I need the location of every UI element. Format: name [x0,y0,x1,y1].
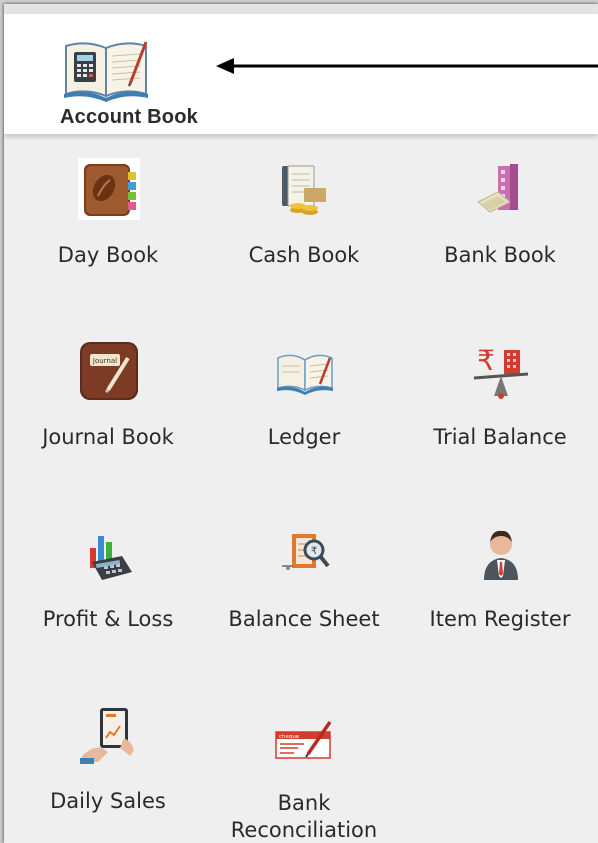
tile-label: Trial Balance [433,425,567,449]
tile-label: Balance Sheet [228,607,380,631]
bank-book-icon [477,164,518,213]
tile-bank-reconciliation[interactable]: cheque Bank Reconciliation [206,680,402,843]
journal-book-icon: Journal [80,342,138,400]
pointer-arrow [216,58,598,74]
tile-item-register[interactable]: Item Register [402,498,598,668]
tile-balance-sheet[interactable]: ₹ Balance Sheet [206,498,402,668]
tile-label-line1: Bank [277,791,331,815]
tile-label: Bank Reconciliation [206,790,402,843]
tile-daily-sales[interactable]: Daily Sales [10,680,206,843]
day-book-icon [78,158,140,220]
trial-balance-icon: ₹ [473,344,529,399]
svg-text:₹: ₹ [311,546,317,557]
tile-label: Daily Sales [50,789,166,813]
tile-label: Bank Book [444,243,556,267]
tile-day-book[interactable]: Day Book [10,134,206,304]
tile-profit-loss[interactable]: Profit & Loss [10,498,206,668]
app-frame: Account Book Day Book Cash Book Bank Boo… [4,4,598,843]
svg-text:₹: ₹ [477,344,495,377]
header-title: Account Book [60,106,198,128]
tile-label: Ledger [267,425,341,449]
menu-grid: Day Book Cash Book Bank Book Journal Jou… [4,134,598,843]
tile-trial-balance[interactable]: ₹ Trial Balance [402,316,598,486]
balance-sheet-icon: ₹ [282,534,330,570]
cash-book-icon [282,165,326,215]
tile-journal-book[interactable]: Journal Journal Book [10,316,206,486]
tile-label: Journal Book [42,425,174,449]
account-book-icon[interactable] [60,36,152,102]
status-strip [4,4,598,14]
daily-sales-icon [80,708,134,764]
tile-label: Day Book [57,243,159,267]
bank-reconciliation-icon: cheque [275,721,332,759]
svg-text:Journal: Journal [92,357,117,365]
tile-bank-book[interactable]: Bank Book [402,134,598,304]
tile-cash-book[interactable]: Cash Book [206,134,402,304]
item-register-icon [484,530,518,580]
tile-label-line2: Reconciliation [230,818,378,842]
tile-ledger[interactable]: Ledger [206,316,402,486]
tile-label: Cash Book [248,243,360,267]
tile-label: Profit & Loss [42,607,174,631]
ledger-icon [277,354,333,395]
svg-text:cheque: cheque [279,734,300,740]
profit-loss-icon [90,536,132,580]
tile-label: Item Register [429,607,571,631]
